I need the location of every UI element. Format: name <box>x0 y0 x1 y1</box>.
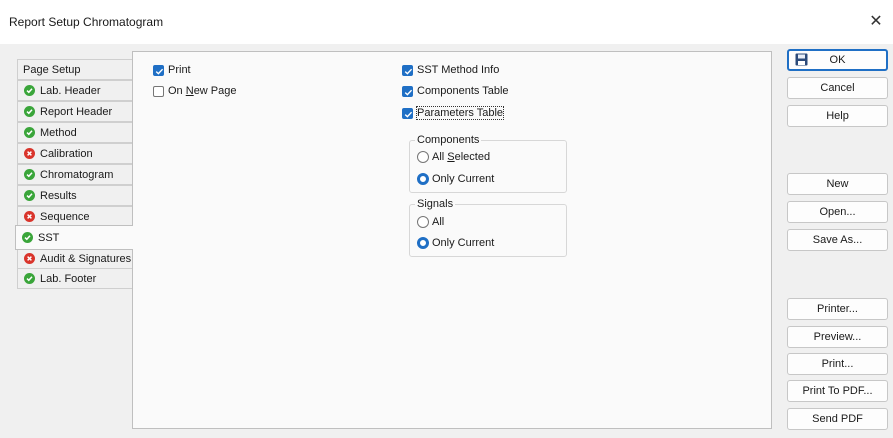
tab-label: Audit & Signatures <box>40 252 132 265</box>
new-button[interactable]: New <box>787 173 888 195</box>
checkbox-checked-icon <box>153 64 164 76</box>
tab-results[interactable]: Results <box>17 185 133 206</box>
all-label: All <box>432 216 445 228</box>
tab-label: Page Setup <box>23 63 81 76</box>
tab-label: Lab. Footer <box>40 272 97 285</box>
tab-calibration[interactable]: Calibration <box>17 143 133 164</box>
on-new-page-checkbox[interactable]: On New Page <box>153 85 237 97</box>
print-checkbox[interactable]: Print <box>153 64 191 76</box>
checkbox-checked-icon <box>402 64 413 76</box>
sst-method-info-label: SST Method Info <box>417 64 500 76</box>
cancel-button[interactable]: Cancel <box>787 77 888 99</box>
tab-label: Chromatogram <box>40 168 114 181</box>
open-label: Open... <box>819 206 856 218</box>
tab-label: Method <box>40 126 77 139</box>
tab-lab-header[interactable]: Lab. Header <box>17 80 133 101</box>
tab-report-header[interactable]: Report Header <box>17 101 133 122</box>
components-table-label: Components Table <box>417 85 509 97</box>
on-new-page-label: On New Page <box>168 85 237 97</box>
floppy-disk-icon <box>795 53 808 66</box>
components-group-title: Components <box>415 134 482 146</box>
components-only-current-radio[interactable]: Only Current <box>417 173 494 185</box>
tab-sequence[interactable]: Sequence <box>17 206 133 227</box>
cancel-label: Cancel <box>820 82 855 94</box>
signals-group <box>409 204 567 257</box>
print-to-pdf-button[interactable]: Print To PDF... <box>787 380 888 402</box>
tab-label: Lab. Header <box>40 84 101 97</box>
only-current-label: Only Current <box>432 237 495 249</box>
tab-label: SST <box>38 231 60 244</box>
only-current-label: Only Current <box>432 173 495 185</box>
checkbox-unchecked-icon <box>153 85 164 97</box>
sst-method-info-checkbox[interactable]: SST Method Info <box>402 64 499 76</box>
send-pdf-button[interactable]: Send PDF <box>787 408 888 430</box>
components-table-checkbox[interactable]: Components Table <box>402 85 509 97</box>
check-circle-icon <box>24 106 35 117</box>
parameters-table-checkbox[interactable]: Parameters Table <box>402 106 505 120</box>
tab-label: Sequence <box>40 210 90 223</box>
tab-audit-signatures[interactable]: Audit & Signatures <box>17 248 133 269</box>
tab-label: Calibration <box>40 147 93 160</box>
help-button[interactable]: Help <box>787 105 888 127</box>
save-as-label: Save As... <box>812 234 863 246</box>
print-button-label: Print... <box>821 358 854 370</box>
radio-unselected-icon <box>417 216 429 228</box>
help-label: Help <box>826 110 849 122</box>
tab-chromatogram[interactable]: Chromatogram <box>17 164 133 185</box>
check-circle-icon <box>24 85 35 96</box>
send-pdf-label: Send PDF <box>812 413 863 425</box>
new-label: New <box>826 178 849 190</box>
check-circle-icon <box>24 169 35 180</box>
preview-label: Preview... <box>813 331 862 343</box>
tab-sst[interactable]: SST <box>15 225 133 250</box>
preview-button[interactable]: Preview... <box>787 326 888 348</box>
printer-label: Printer... <box>817 303 858 315</box>
signals-all-radio[interactable]: All <box>417 216 444 228</box>
close-icon[interactable]: ✕ <box>865 11 887 33</box>
signals-only-current-radio[interactable]: Only Current <box>417 237 494 249</box>
check-circle-icon <box>24 127 35 138</box>
tab-page-setup[interactable]: Page Setup <box>17 59 133 80</box>
print-to-pdf-label: Print To PDF... <box>802 385 873 397</box>
open-button[interactable]: Open... <box>787 201 888 223</box>
check-circle-icon <box>24 190 35 201</box>
print-button[interactable]: Print... <box>787 353 888 375</box>
radio-selected-icon <box>417 173 429 185</box>
checkbox-checked-icon <box>402 85 413 97</box>
error-circle-icon <box>24 253 35 264</box>
error-circle-icon <box>24 148 35 159</box>
check-circle-icon <box>24 273 35 284</box>
save-as-button[interactable]: Save As... <box>787 229 888 251</box>
tab-label: Results <box>40 189 77 202</box>
title-bar: Report Setup Chromatogram ✕ <box>0 0 893 44</box>
window-title: Report Setup Chromatogram <box>9 15 164 29</box>
checkbox-checked-icon <box>402 107 413 119</box>
components-all-selected-radio[interactable]: All Selected <box>417 151 490 163</box>
all-selected-label: All Selected <box>432 151 491 163</box>
signals-group-title: Signals <box>415 198 456 210</box>
components-group <box>409 140 567 193</box>
parameters-table-label: Parameters Table <box>415 106 505 120</box>
ok-label: OK <box>829 54 846 66</box>
tab-label: Report Header <box>40 105 113 118</box>
error-circle-icon <box>24 211 35 222</box>
check-circle-icon <box>22 232 33 243</box>
tab-method[interactable]: Method <box>17 122 133 143</box>
radio-unselected-icon <box>417 151 429 163</box>
ok-button[interactable]: OK <box>787 49 888 71</box>
print-label: Print <box>168 64 191 76</box>
radio-selected-icon <box>417 237 429 249</box>
tab-lab-footer[interactable]: Lab. Footer <box>17 268 133 289</box>
printer-button[interactable]: Printer... <box>787 298 888 320</box>
